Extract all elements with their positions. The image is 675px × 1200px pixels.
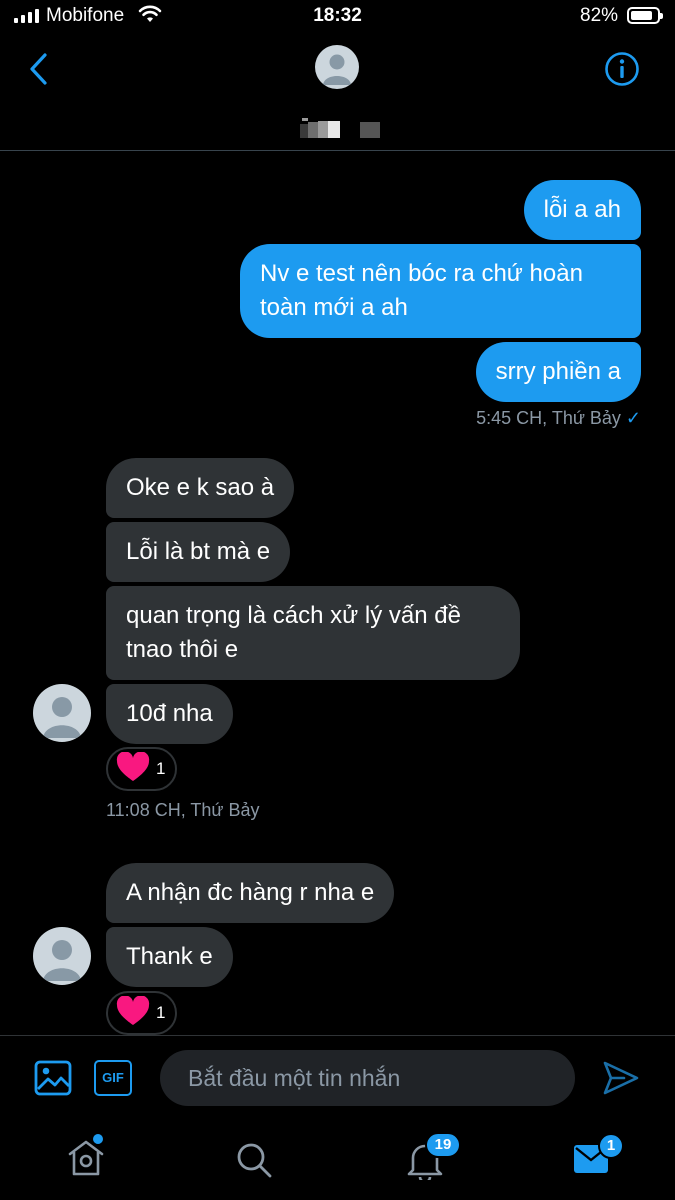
message-text: Oke e k sao à bbox=[126, 474, 275, 501]
home-icon[interactable] bbox=[66, 1138, 106, 1183]
battery-percent: 82% bbox=[580, 5, 619, 26]
received-message[interactable]: Lỗi là bt mà e bbox=[106, 522, 291, 582]
received-message[interactable]: 10đ nha bbox=[106, 684, 233, 744]
gif-icon[interactable]: GIF bbox=[94, 1060, 132, 1096]
avatar[interactable] bbox=[315, 45, 359, 89]
received-message[interactable]: Thank e bbox=[106, 927, 233, 987]
message-text: 10đ nha bbox=[126, 700, 213, 727]
message-text: srry phiền a bbox=[495, 358, 621, 385]
battery-icon bbox=[627, 7, 663, 24]
received-timestamp: 11:08 CH, Thứ Bảy bbox=[106, 800, 260, 820]
sent-message[interactable]: Nv e test nên bóc ra chứ hoàn toàn mới a… bbox=[240, 244, 641, 338]
home-notification-dot bbox=[93, 1134, 103, 1144]
avatar[interactable] bbox=[33, 684, 91, 742]
message-text: lỗi a ah bbox=[543, 196, 621, 223]
contact-name-redacted bbox=[300, 118, 380, 140]
received-message[interactable]: Oke e k sao à bbox=[106, 458, 295, 518]
message-text: Lỗi là bt mà e bbox=[126, 538, 271, 565]
received-message[interactable]: A nhận đc hàng r nha e bbox=[106, 863, 395, 923]
info-icon[interactable] bbox=[604, 51, 640, 92]
status-time: 18:32 bbox=[313, 5, 362, 26]
reaction-count: 1 bbox=[156, 759, 166, 778]
status-bar: Mobifone 18:32 82% bbox=[0, 0, 675, 36]
header-divider bbox=[0, 150, 675, 151]
sent-message[interactable]: lỗi a ah bbox=[523, 180, 641, 240]
message-text: toàn mới a ah bbox=[260, 294, 408, 321]
messages-badge: 1 bbox=[598, 1133, 624, 1159]
chevron-left-icon[interactable] bbox=[26, 52, 52, 91]
message-text: tnao thôi e bbox=[126, 636, 239, 663]
message-text: quan trọng là cách xử lý vấn đề bbox=[126, 602, 461, 629]
heart-icon bbox=[116, 750, 150, 787]
heart-icon bbox=[116, 994, 150, 1031]
reaction-pill[interactable]: 1 bbox=[106, 991, 178, 1035]
reaction-pill[interactable]: 1 bbox=[106, 747, 178, 791]
message-input[interactable]: Bắt đầu một tin nhắn bbox=[160, 1050, 575, 1106]
send-icon[interactable] bbox=[602, 1060, 640, 1101]
image-icon[interactable] bbox=[34, 1060, 72, 1101]
received-message[interactable]: quan trọng là cách xử lý vấn đề tnao thô… bbox=[106, 586, 520, 680]
message-text: A nhận đc hàng r nha e bbox=[126, 879, 375, 906]
reaction-count: 1 bbox=[156, 1003, 166, 1022]
search-icon[interactable] bbox=[234, 1140, 274, 1185]
notifications-badge: 19 bbox=[425, 1132, 461, 1158]
message-text: Nv e test nên bóc ra chứ hoàn bbox=[260, 260, 583, 287]
read-check-icon: ✓ bbox=[625, 408, 641, 428]
sent-message[interactable]: srry phiền a bbox=[475, 342, 641, 402]
message-text: Thank e bbox=[126, 943, 213, 970]
sent-timestamp: 5:45 CH, Thứ Bảy ✓ bbox=[476, 408, 641, 428]
avatar[interactable] bbox=[33, 927, 91, 985]
